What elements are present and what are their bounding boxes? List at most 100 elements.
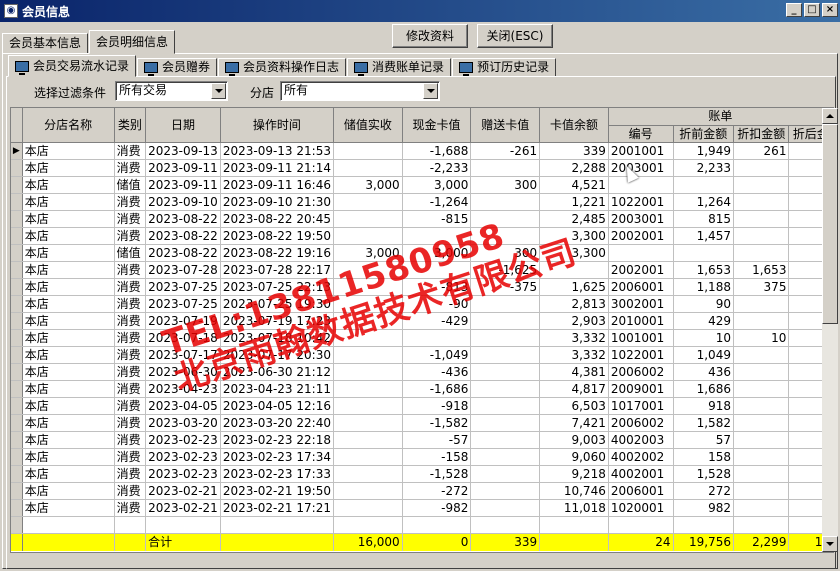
table-row[interactable]: 本店 消费 2023-07-17 2023-07-17 20:30 -1,049 3,33… bbox=[11, 346, 833, 364]
table-cell[interactable] bbox=[402, 261, 472, 279]
table-cell[interactable]: 本店 bbox=[22, 448, 115, 466]
table-cell[interactable]: 本店 bbox=[22, 363, 115, 381]
table-cell[interactable]: 1,653 bbox=[673, 261, 734, 279]
table-cell[interactable]: 2023-07-25 22:13 bbox=[220, 278, 334, 296]
table-row[interactable]: 本店 消费 2023-07-19 2023-07-19 17:23 -429 2,903 2… bbox=[11, 312, 833, 330]
row-indicator[interactable] bbox=[11, 227, 23, 245]
table-cell[interactable]: 2023-06-30 21:12 bbox=[220, 363, 334, 381]
table-cell[interactable]: 消费 bbox=[114, 397, 147, 415]
table-cell[interactable]: 1022001 bbox=[608, 193, 674, 211]
table-cell[interactable]: 7,421 bbox=[539, 414, 609, 432]
table-cell[interactable] bbox=[733, 346, 790, 364]
table-cell[interactable]: 2,485 bbox=[539, 210, 609, 228]
table-cell[interactable]: 2023-02-23 22:18 bbox=[220, 431, 334, 449]
table-cell[interactable]: 2023-07-28 22:17 bbox=[220, 261, 334, 279]
table-row[interactable]: 本店 消费 2023-07-25 2023-07-25 19:30 -90 2,813 30… bbox=[11, 295, 833, 313]
scroll-up-button[interactable] bbox=[822, 108, 838, 124]
table-cell[interactable]: 3,000 bbox=[333, 244, 403, 262]
table-cell[interactable] bbox=[733, 193, 790, 211]
table-cell[interactable]: 2023-02-21 19:50 bbox=[220, 482, 334, 500]
minimize-button[interactable]: _ bbox=[786, 3, 802, 17]
table-cell[interactable]: 消费 bbox=[114, 499, 147, 517]
table-cell[interactable]: 9,218 bbox=[539, 465, 609, 483]
row-indicator[interactable] bbox=[11, 397, 23, 415]
row-indicator[interactable] bbox=[11, 312, 23, 330]
table-cell[interactable]: 本店 bbox=[22, 176, 115, 194]
table-cell[interactable]: 261 bbox=[733, 142, 790, 160]
col-header-operation-time[interactable]: 操作时间 bbox=[220, 108, 334, 143]
table-cell[interactable]: 2023-04-23 21:11 bbox=[220, 380, 334, 398]
row-indicator[interactable] bbox=[11, 465, 23, 483]
table-cell[interactable]: 本店 bbox=[22, 431, 115, 449]
table-cell[interactable]: 消费 bbox=[114, 448, 147, 466]
row-indicator[interactable] bbox=[11, 176, 23, 194]
table-cell[interactable]: 2002001 bbox=[608, 261, 674, 279]
table-cell[interactable]: 1001001 bbox=[608, 329, 674, 347]
table-cell[interactable]: 本店 bbox=[22, 499, 115, 517]
table-cell[interactable] bbox=[333, 312, 403, 330]
table-cell[interactable]: 消费 bbox=[114, 465, 147, 483]
table-cell[interactable]: 2023-09-13 bbox=[145, 142, 221, 160]
table-cell[interactable] bbox=[333, 465, 403, 483]
table-cell[interactable]: 消费 bbox=[114, 346, 147, 364]
table-cell[interactable] bbox=[733, 414, 790, 432]
table-cell[interactable]: 2009001 bbox=[608, 380, 674, 398]
table-cell[interactable]: 2023-04-05 12:16 bbox=[220, 397, 334, 415]
table-row[interactable]: 本店 消费 2023-04-23 2023-04-23 21:11 -1,686 4,81… bbox=[11, 380, 833, 398]
table-cell[interactable]: 本店 bbox=[22, 329, 115, 347]
table-cell[interactable]: 1,653 bbox=[733, 261, 790, 279]
table-cell[interactable]: 3,332 bbox=[539, 346, 609, 364]
table-cell[interactable] bbox=[333, 414, 403, 432]
table-cell[interactable]: 57 bbox=[673, 431, 734, 449]
table-cell[interactable] bbox=[333, 499, 403, 517]
table-row[interactable]: 本店 消费 2023-02-21 2023-02-21 17:21 -982 11,018… bbox=[11, 499, 833, 517]
table-row[interactable]: 本店 消费 2023-07-18 2023-07-18 10:42 3,332 10010… bbox=[11, 329, 833, 347]
table-cell[interactable] bbox=[333, 295, 403, 313]
table-row[interactable]: 本店 消费 2023-02-21 2023-02-21 19:50 -272 10,746… bbox=[11, 482, 833, 500]
tab-consumption-bills[interactable]: 消费账单记录 bbox=[347, 58, 452, 77]
table-cell[interactable] bbox=[333, 397, 403, 415]
scroll-down-button[interactable] bbox=[822, 536, 838, 552]
filter-select[interactable]: 所有交易 bbox=[115, 81, 228, 101]
table-cell[interactable]: 1022001 bbox=[608, 346, 674, 364]
table-cell[interactable]: 消费 bbox=[114, 278, 147, 296]
row-indicator[interactable] bbox=[11, 380, 23, 398]
col-header-date[interactable]: 日期 bbox=[145, 108, 221, 143]
table-cell[interactable] bbox=[608, 176, 674, 194]
table-cell[interactable]: 消费 bbox=[114, 193, 147, 211]
table-cell[interactable]: 4,817 bbox=[539, 380, 609, 398]
close-button[interactable]: 关闭(ESC) bbox=[477, 24, 553, 48]
table-cell[interactable] bbox=[470, 448, 541, 466]
table-cell[interactable]: -2,233 bbox=[402, 159, 472, 177]
table-cell[interactable] bbox=[333, 431, 403, 449]
table-cell[interactable] bbox=[470, 431, 541, 449]
table-cell[interactable]: -815 bbox=[402, 210, 472, 228]
table-cell[interactable]: 10 bbox=[733, 329, 790, 347]
table-cell[interactable]: 2023-08-22 bbox=[145, 210, 221, 228]
table-cell[interactable]: 2,288 bbox=[539, 159, 609, 177]
table-cell[interactable]: -1,264 bbox=[402, 193, 472, 211]
table-cell[interactable] bbox=[470, 363, 541, 381]
table-cell[interactable]: 3,000 bbox=[402, 244, 472, 262]
table-cell[interactable] bbox=[333, 261, 403, 279]
table-cell[interactable] bbox=[733, 295, 790, 313]
table-cell[interactable] bbox=[733, 482, 790, 500]
table-cell[interactable]: 300 bbox=[470, 176, 541, 194]
col-header-category[interactable]: 类别 bbox=[114, 108, 147, 143]
table-cell[interactable]: -1,528 bbox=[402, 465, 472, 483]
table-row[interactable]: 本店 消费 2023-08-22 2023-08-22 19:50 3,300 20020… bbox=[11, 227, 833, 245]
table-cell[interactable]: 2006001 bbox=[608, 482, 674, 500]
table-cell[interactable]: 6,503 bbox=[539, 397, 609, 415]
table-row[interactable]: 本店 消费 2023-02-23 2023-02-23 17:33 -1,528 9,21… bbox=[11, 465, 833, 483]
table-cell[interactable]: 3,332 bbox=[539, 329, 609, 347]
table-cell[interactable] bbox=[470, 210, 541, 228]
row-indicator[interactable] bbox=[11, 482, 23, 500]
table-cell[interactable]: -90 bbox=[402, 295, 472, 313]
col-header-pre-discount[interactable]: 折前金额 bbox=[673, 125, 734, 143]
tab-reservation-history[interactable]: 预订历史记录 bbox=[452, 58, 557, 77]
table-cell[interactable]: 2023-09-10 21:30 bbox=[220, 193, 334, 211]
table-cell[interactable] bbox=[333, 363, 403, 381]
table-cell[interactable]: 本店 bbox=[22, 227, 115, 245]
table-row[interactable]: ▶ 本店 消费 2023-09-13 2023-09-13 21:53 -1,688 -26… bbox=[11, 142, 833, 160]
table-cell[interactable]: -813 bbox=[402, 278, 472, 296]
